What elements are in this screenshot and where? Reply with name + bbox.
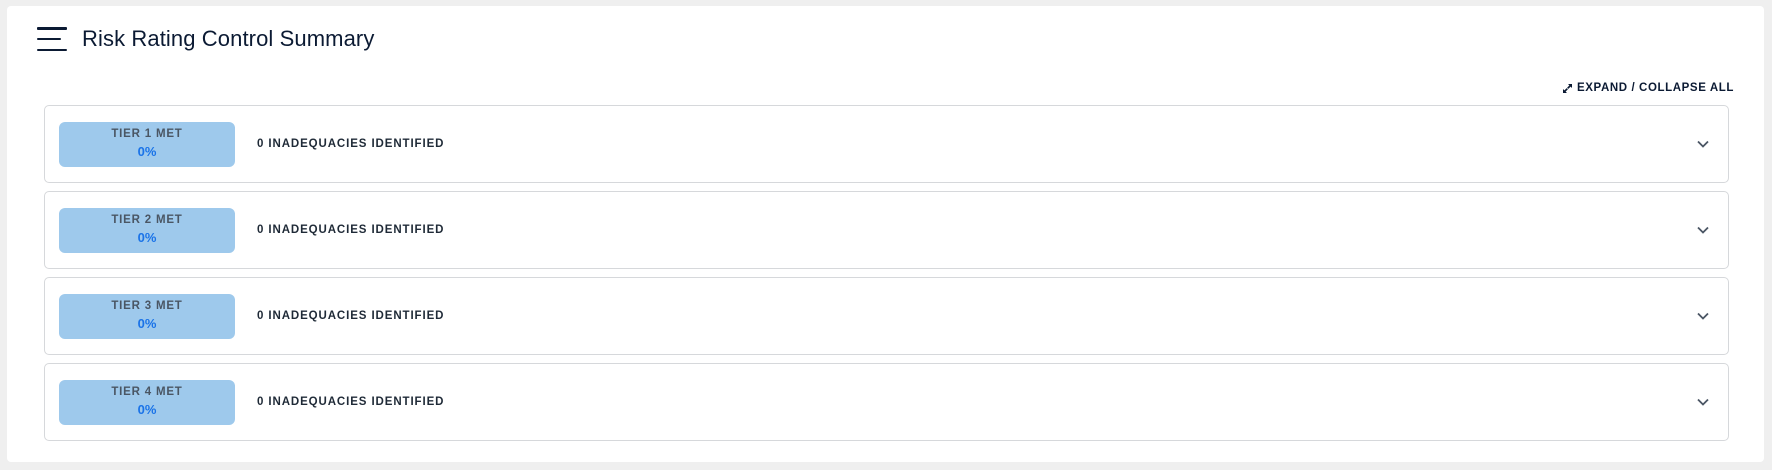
tier-value: 0% [137, 230, 157, 245]
tier-panel-4[interactable]: TIER 4 MET 0% 0 INADEQUACIES IDENTIFIED [44, 363, 1729, 441]
tier-value: 0% [137, 402, 157, 417]
expand-collapse-all-label: EXPAND / COLLAPSE ALL [1577, 82, 1734, 94]
chevron-down-icon[interactable] [1696, 225, 1710, 235]
expand-arrows-icon [1563, 83, 1572, 93]
page-title: Risk Rating Control Summary [82, 26, 375, 51]
tier-label: TIER 1 MET [111, 128, 183, 140]
chevron-down-icon[interactable] [1696, 397, 1710, 407]
tier-label: TIER 3 MET [111, 300, 183, 312]
tier-panel-3[interactable]: TIER 3 MET 0% 0 INADEQUACIES IDENTIFIED [44, 277, 1729, 355]
tier-value: 0% [137, 316, 157, 331]
inadequacies-count: 0 INADEQUACIES IDENTIFIED [257, 310, 445, 322]
expand-collapse-all-button[interactable]: EXPAND / COLLAPSE ALL [1562, 82, 1734, 94]
tier-badge: TIER 4 MET 0% [59, 379, 235, 425]
page-header: Risk Rating Control Summary [37, 26, 374, 52]
hamburger-menu-icon[interactable] [37, 27, 67, 51]
chevron-down-icon[interactable] [1696, 139, 1710, 149]
tier-panel-1[interactable]: TIER 1 MET 0% 0 INADEQUACIES IDENTIFIED [44, 105, 1729, 183]
tier-badge: TIER 1 MET 0% [59, 121, 235, 167]
tier-panel-2[interactable]: TIER 2 MET 0% 0 INADEQUACIES IDENTIFIED [44, 191, 1729, 269]
tier-badge: TIER 2 MET 0% [59, 207, 235, 253]
tier-panel-list: TIER 1 MET 0% 0 INADEQUACIES IDENTIFIED … [44, 105, 1729, 449]
chevron-down-icon[interactable] [1696, 311, 1710, 321]
tier-badge: TIER 3 MET 0% [59, 293, 235, 339]
inadequacies-count: 0 INADEQUACIES IDENTIFIED [257, 138, 445, 150]
tier-label: TIER 2 MET [111, 214, 183, 226]
inadequacies-count: 0 INADEQUACIES IDENTIFIED [257, 396, 445, 408]
tier-label: TIER 4 MET [111, 386, 183, 398]
inadequacies-count: 0 INADEQUACIES IDENTIFIED [257, 224, 445, 236]
tier-value: 0% [137, 144, 157, 159]
